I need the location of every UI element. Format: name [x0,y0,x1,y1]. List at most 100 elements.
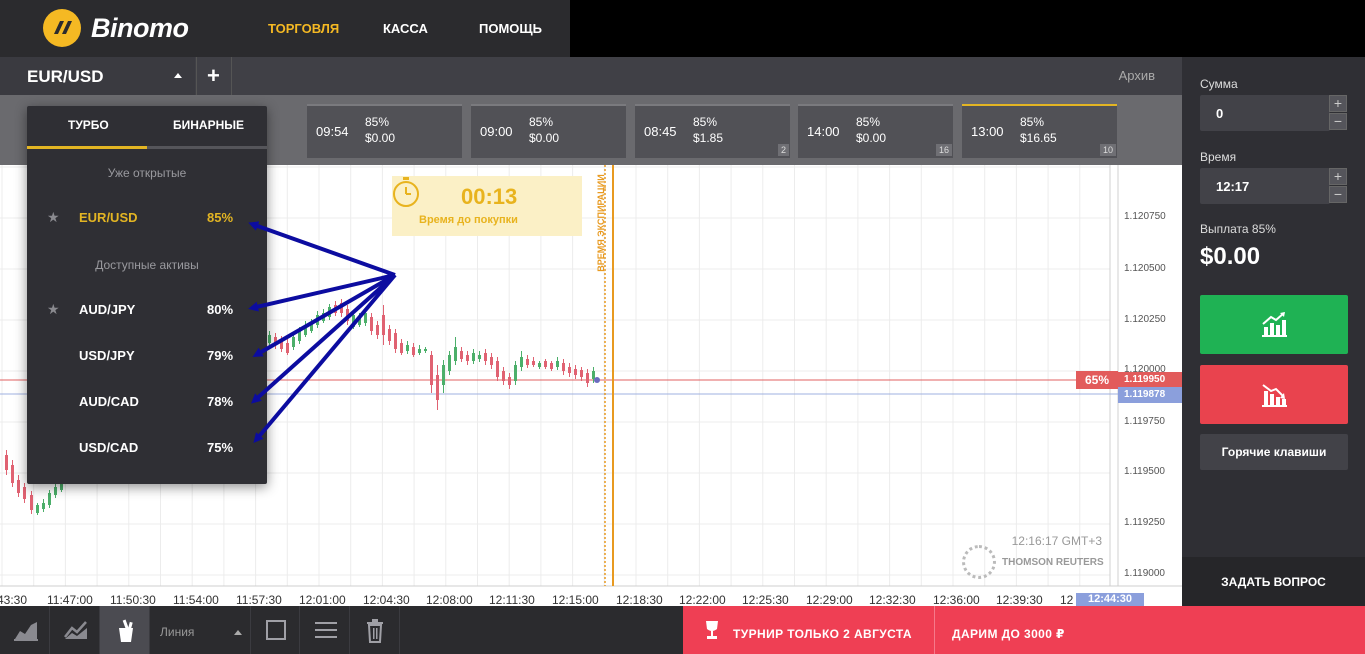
rectangle-tool[interactable] [250,606,300,654]
add-asset-tab-button[interactable]: + [196,57,232,95]
expiry-card[interactable]: 14:00 85% $0.00 16 [798,104,953,158]
candle-body [268,335,271,343]
nav-trade[interactable]: ТОРГОВЛЯ [268,21,339,36]
candle-body [436,375,439,400]
nav-help[interactable]: ПОМОЩЬ [479,21,542,36]
expiry-time: 14:00 [807,124,840,139]
trade-panel: Сумма 0 + − Время 12:17 + − Выплата 85% … [1182,57,1365,606]
asset-row-eurusd[interactable]: ★ EUR/USD 85% [27,202,267,234]
time-stepper: + − [1329,168,1347,204]
asset-row-usdcad[interactable]: USD/CAD 75% [27,432,267,464]
expiry-payout: $0.00 [365,131,396,145]
time-label: 12:04:30 [363,593,410,607]
current-price-tag: 1.119950 [1118,372,1182,388]
line-type-select[interactable]: Линия [160,625,194,639]
candle-body [496,361,499,377]
tab-turbo[interactable]: ТУРБО [68,118,109,132]
drawing-tool[interactable] [100,606,150,654]
candle-body [23,487,26,499]
expiry-card[interactable]: 09:00 85% $0.00 [471,104,626,158]
tab-binary[interactable]: БИНАРНЫЕ [173,118,244,132]
amount-plus-button[interactable]: + [1329,95,1347,112]
candle-body [328,307,331,317]
asset-pct: 80% [207,302,234,317]
star-icon[interactable]: ★ [47,301,60,318]
candle-body [442,365,445,385]
hotkeys-button[interactable]: Горячие клавиши [1200,434,1348,470]
asset-name: EUR/USD [79,210,138,225]
expiry-badge: 16 [935,144,952,156]
expiry-card[interactable]: 09:54 85% $0.00 [307,104,462,158]
area-chart-tool[interactable] [0,606,50,654]
amount-value: 0 [1216,106,1224,121]
price-level: 1.120750 [1124,211,1166,222]
candle-body [42,503,45,509]
candle-body [310,323,313,331]
expiry-badge: 2 [777,144,789,156]
candle-body [5,455,8,470]
asset-row-usdjpy[interactable]: USD/JPY 79% [27,340,267,372]
candle-body [466,355,469,361]
caret-up-icon[interactable] [234,630,242,635]
time-label: 12:32:30 [869,593,916,607]
time-label: 11:54:00 [173,593,219,607]
time-field-label: Время [1200,150,1237,164]
candle-body [376,325,379,335]
price-level: 1.119500 [1124,466,1165,477]
asset-pct: 85% [207,210,234,225]
candle-body [586,373,589,383]
candle-body [30,495,33,510]
brush-cup-icon [119,619,133,642]
time-value: 12:17 [1216,179,1250,194]
timer-label: Время до покупки [419,214,518,226]
asset-tab-eurusd[interactable]: EUR/USD [0,57,195,95]
chart-up-icon [1262,312,1287,337]
asset-row-audcad[interactable]: AUD/CAD 78% [27,386,267,418]
expiry-badge: 10 [1099,144,1116,156]
expiry-pct: 85% [693,115,718,129]
nav-cashier[interactable]: КАССА [383,21,428,36]
candle-body [352,315,355,327]
expiry-time-label: ВРЕМЯ ЭКСПИРАЦИИ [596,174,606,272]
candle-body [36,505,39,513]
candle-body [562,363,565,371]
candle-body [526,359,529,365]
logo[interactable]: Binomo [43,9,189,47]
candle-body [568,367,571,373]
candle-body [382,315,385,335]
tournament-link[interactable]: ТУРНИР ТОЛЬКО 2 АВГУСТА [733,627,912,641]
amount-label: Сумма [1200,77,1238,91]
horizontal-lines-tool[interactable] [300,606,350,654]
tab-underline-active [27,146,147,149]
candle-body [538,363,541,367]
candle-body [400,343,403,353]
time-plus-button[interactable]: + [1329,168,1347,185]
time-input[interactable]: 12:17 [1200,168,1330,204]
reuters-logo-icon [962,545,996,579]
caret-up-icon[interactable] [174,73,182,78]
star-icon[interactable]: ★ [47,209,60,226]
amount-input[interactable]: 0 [1200,95,1330,131]
expiry-card-active[interactable]: 13:00 85% $16.65 10 [962,104,1117,158]
time-label: 12:22:00 [679,593,726,607]
ask-question-button[interactable]: ЗАДАТЬ ВОПРОС [1182,557,1365,606]
bonus-link[interactable]: ДАРИМ ДО 3000 ₽ [952,627,1065,641]
amount-minus-button[interactable]: − [1329,113,1347,130]
time-label: 12 [1060,593,1074,607]
indicators-tool[interactable] [50,606,100,654]
time-minus-button[interactable]: − [1329,186,1347,203]
call-up-button[interactable] [1200,295,1348,354]
chart-down-icon [1262,384,1287,407]
delete-drawings-tool[interactable] [350,606,400,654]
archive-link[interactable]: Архив [1119,68,1155,83]
expiry-card[interactable]: 08:45 85% $1.85 2 [635,104,790,158]
time-label: 12:08:00 [426,593,473,607]
expiry-payout: $16.65 [1020,131,1057,145]
trash-icon [367,619,383,643]
put-down-button[interactable] [1200,365,1348,424]
expiry-time: 09:54 [316,124,349,139]
asset-row-audjpy[interactable]: ★ AUD/JPY 80% [27,294,267,326]
candle-body [472,353,475,361]
price-level: 1.119250 [1124,517,1165,528]
trend-chart-icon [64,621,87,639]
